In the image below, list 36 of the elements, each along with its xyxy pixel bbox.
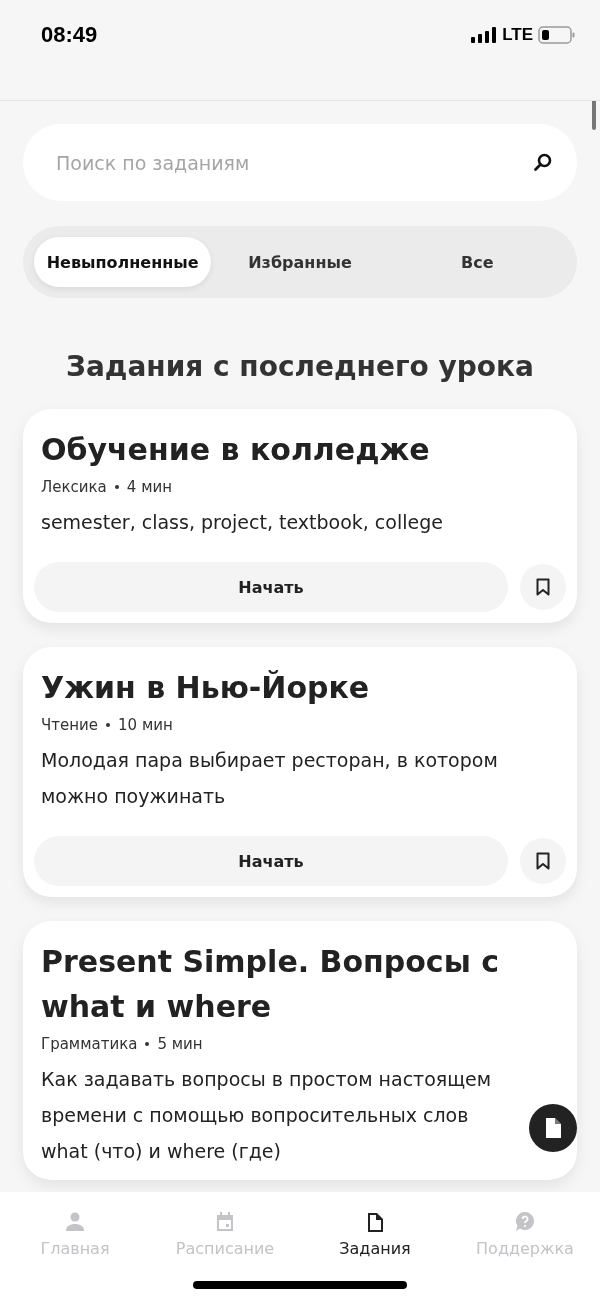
separator-dot [106,723,111,727]
bookmark-button[interactable] [520,838,566,884]
task-title: Present Simple. Вопросы с what и where [41,943,500,1026]
task-category: Чтение [41,716,99,734]
section-title: Задания с последнего урока [65,350,535,383]
task-title: Обучение в колледже [41,431,431,469]
task-description: Молодая пара выбирает ресторан, в котором можно поужинать [41,748,499,809]
task-duration: 10 мин [118,716,173,734]
bookmark-button[interactable] [520,564,566,610]
task-description: semester, class, project, textbook, college [41,510,444,535]
document-icon [544,1117,562,1139]
task-category: Лексика [41,478,107,496]
start-button[interactable]: Начать [34,562,508,612]
bookmark-icon [536,852,550,870]
separator-dot [114,485,119,489]
network-label: LTE [502,25,533,45]
separator-dot [145,1042,150,1046]
filter-tab[interactable]: Невыполненные [34,237,212,287]
filter-tab[interactable]: Все [388,237,566,287]
search-field[interactable]: Поиск по заданиям [23,124,577,201]
person-icon [64,1211,86,1233]
battery-icon [538,26,576,44]
filter-tab[interactable]: Избранные [211,237,389,287]
calendar-icon [214,1211,236,1233]
task-description: Как задавать вопросы в простом настоящем времени с помощью вопросительных слов what (что) и where (где) [41,1067,493,1164]
clock-time: 08:49 [41,22,98,48]
help-icon [514,1211,536,1233]
task-category: Грамматика [41,1035,138,1053]
bookmark-icon [536,578,550,596]
task-title: Ужин в Нью-Йорке [41,669,371,707]
task-duration: 5 мин [157,1035,203,1053]
search-icon [533,152,553,172]
nav-tab[interactable]: Задания [300,1210,450,1299]
task-duration: 4 мин [126,478,172,496]
signal-icon [471,27,498,43]
start-button[interactable]: Начать [34,836,508,886]
